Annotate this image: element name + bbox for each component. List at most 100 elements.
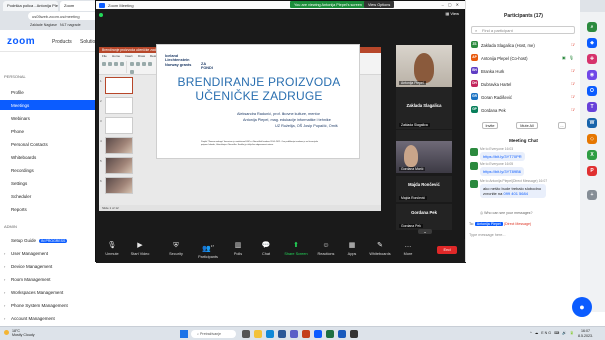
tools-icon[interactable]: ✚: [587, 54, 597, 64]
mute-all-button[interactable]: Mute All: [516, 122, 538, 129]
sidebar-item-settings[interactable]: Settings: [0, 178, 95, 188]
excel-icon[interactable]: X: [587, 150, 597, 160]
scroll-tiles-down-button[interactable]: ⌄: [418, 229, 432, 234]
encryption-shield-icon[interactable]: [99, 13, 103, 17]
system-tray[interactable]: ^ ☁ ENG ⌨ 🔊 🔋: [530, 331, 575, 335]
outlook-icon[interactable]: O: [587, 86, 597, 96]
sidebar-item-webinars[interactable]: Webinars: [0, 113, 95, 123]
reactions-button[interactable]: ☺ Reactions: [312, 242, 340, 256]
sidebar-item-workspaces-management[interactable]: › Workspaces Management: [0, 287, 95, 297]
participant-row[interactable]: DH Dubravka Hartel 🎙̸: [471, 79, 577, 89]
sidebar-item-personal-contacts[interactable]: Personal Contacts: [0, 139, 95, 149]
participant-row[interactable]: AP Antonija Plepel (Co-host) ▣ 🎙: [471, 53, 577, 63]
more-button[interactable]: … More: [394, 242, 422, 256]
chat-phone-link[interactable]: 099 401 5684: [503, 191, 527, 196]
recipient-dropdown[interactable]: Antonija Plepel: [474, 222, 503, 226]
chat-message-link[interactable]: https://bit.ly/3YT89B6: [480, 167, 525, 176]
sidebar-item-phone[interactable]: Phone: [0, 126, 95, 136]
slide-thumb-5[interactable]: [105, 157, 133, 174]
zoom-logo[interactable]: zoom: [7, 36, 35, 47]
store-icon[interactable]: [350, 330, 358, 338]
participant-row[interactable]: GR Goran Radišević 🎙̸: [471, 92, 577, 102]
browser-tab-1[interactable]: Podrška polica - Antonija Ple...: [3, 1, 58, 11]
sidebar-item-user-management[interactable]: › User Management: [0, 248, 95, 258]
participant-search-input[interactable]: ⌕ Find a participant: [471, 26, 575, 34]
participant-row[interactable]: GP Gordana Pek 🎙̸: [471, 105, 577, 115]
chat-message-link[interactable]: https://bit.ly/3YT70PR: [480, 152, 525, 161]
teams-icon[interactable]: T: [587, 102, 597, 112]
edge-icon[interactable]: [266, 330, 274, 338]
participant-row[interactable]: ZS Zaklada Slagalica (Host, me) 🎙̸: [471, 40, 577, 50]
nav-products[interactable]: Products: [52, 39, 72, 45]
sidebar-item-phone-system-management[interactable]: › Phone System Management: [0, 300, 95, 310]
zoom-icon[interactable]: [314, 330, 322, 338]
bookmark-1[interactable]: Zaklade Naglase: [30, 23, 57, 27]
toolbar-label: Share Screen: [284, 252, 308, 256]
shield-icon: ⛨: [173, 242, 179, 249]
start-button[interactable]: [180, 330, 188, 338]
sidebar-item-meetings[interactable]: Meetings: [0, 100, 95, 110]
unmute-button[interactable]: 🎙 Unmute: [98, 242, 126, 256]
sidebar-item-whiteboards[interactable]: Whiteboards: [0, 152, 95, 162]
chat-button[interactable]: 💬 Chat: [252, 242, 280, 256]
slide-thumb-1[interactable]: [105, 77, 133, 94]
excel-icon[interactable]: [326, 330, 334, 338]
end-meeting-button[interactable]: End: [437, 246, 457, 254]
add-icon[interactable]: +: [587, 190, 597, 200]
video-tile-gordana-p[interactable]: Gordana Pek Gordana Pek: [396, 204, 452, 230]
security-button[interactable]: ⛨ Security: [162, 242, 190, 256]
start-video-button[interactable]: ▶ Start Video: [126, 242, 154, 256]
address-bar[interactable]: us05web.zoom.us/meeting: [28, 12, 98, 20]
screen-share-banner: You are viewing Antonija Plepel's screen: [290, 1, 366, 8]
word-icon[interactable]: W: [587, 118, 597, 128]
slide-thumb-2[interactable]: [105, 97, 133, 114]
chat-input[interactable]: Type message here...: [469, 231, 577, 241]
more-options-button[interactable]: ...: [558, 122, 566, 129]
video-tile-zaklada[interactable]: Zaklada Slagalica Zaklada Slagalica: [396, 87, 452, 129]
chat-visibility-hint[interactable]: ◎ Who can see your messages?: [480, 211, 532, 215]
browser-tab-zoom[interactable]: Zoom: [60, 1, 100, 11]
task-view-icon[interactable]: [242, 330, 250, 338]
bookmark-2[interactable]: NLT nagrade: [60, 23, 81, 27]
taskbar-search[interactable]: ⌕ Pretraživanje: [191, 330, 236, 338]
clock[interactable]: 16:07 8.5.2023.: [578, 329, 593, 338]
invite-button[interactable]: Invite: [482, 122, 498, 129]
sidebar-item-reports[interactable]: Reports: [0, 204, 95, 214]
video-tile-gordana-m[interactable]: Gordana Marić: [396, 141, 452, 173]
sidebar-item-account-management[interactable]: › Account Management: [0, 313, 95, 323]
chat-message-text[interactable]: ako nešto bude trebalo slobodno zvrcnite…: [480, 184, 546, 198]
outlook-icon[interactable]: [278, 330, 286, 338]
sidebar-item-device-management[interactable]: › Device Management: [0, 261, 95, 271]
share-screen-button[interactable]: ⬆ Share Screen: [282, 242, 310, 256]
slide-thumb-4[interactable]: [105, 137, 133, 154]
participant-name: Gordana Pek: [481, 107, 506, 113]
view-button[interactable]: ▦ View: [446, 11, 460, 16]
shopping-icon[interactable]: ◆: [587, 38, 597, 48]
powerpoint-icon[interactable]: [302, 330, 310, 338]
video-tile-majda[interactable]: Majda Rončević Majda Rončević: [396, 176, 452, 202]
chat-meta: Me to Antonija Plepel(Direct Message) 16…: [480, 179, 547, 183]
slide-thumb-6[interactable]: [105, 177, 133, 194]
search-icon[interactable]: ⌕: [587, 22, 597, 32]
whiteboards-button[interactable]: ✎ Whiteboards: [366, 242, 394, 256]
sidebar-item-profile[interactable]: Profile: [0, 87, 95, 97]
support-chat-button[interactable]: ●: [572, 297, 592, 317]
games-icon[interactable]: ◉: [587, 70, 597, 80]
window-controls[interactable]: –▢✕: [442, 2, 463, 7]
view-options-button[interactable]: View Options: [364, 1, 395, 8]
office-icon[interactable]: ◇: [587, 134, 597, 144]
teams-icon[interactable]: [290, 330, 298, 338]
sidebar-item-room-management[interactable]: › Room Management: [0, 274, 95, 284]
sidebar-item-setup-guide[interactable]: Setup Guide IN PROGRESS: [0, 235, 95, 245]
sidebar-item-recordings[interactable]: Recordings: [0, 165, 95, 175]
video-tile-antonija[interactable]: Antonija Plepel: [396, 45, 452, 87]
file-explorer-icon[interactable]: [254, 330, 262, 338]
word-icon[interactable]: [338, 330, 346, 338]
apps-button[interactable]: ▦ Apps: [338, 242, 366, 256]
slide-thumb-3[interactable]: [105, 117, 133, 134]
participants-button[interactable]: 👥17 Participants: [194, 242, 222, 259]
participant-row[interactable]: BH Branka Hurk 🎙̸: [471, 66, 577, 76]
polls-button[interactable]: ▥ Polls: [224, 242, 252, 256]
powerpoint-icon[interactable]: P: [587, 166, 597, 176]
sidebar-item-scheduler[interactable]: Scheduler: [0, 191, 95, 201]
